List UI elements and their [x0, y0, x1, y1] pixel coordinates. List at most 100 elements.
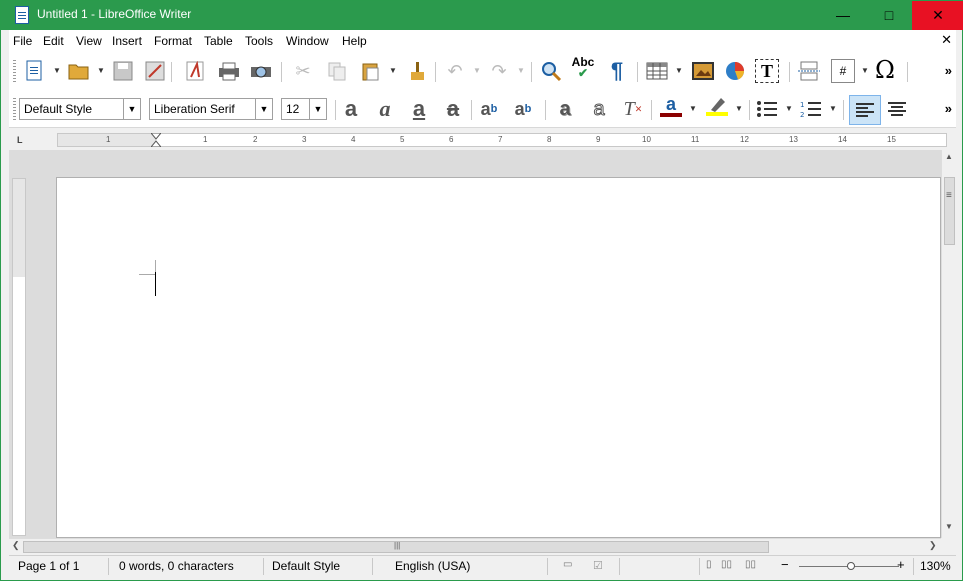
field-dropdown-icon[interactable]: ▼ [861, 66, 869, 75]
maximize-button[interactable]: □ [866, 1, 912, 30]
print-preview-icon[interactable] [249, 59, 273, 83]
insert-textbox-icon[interactable]: T [755, 59, 779, 83]
document-page[interactable] [56, 177, 941, 538]
shadow-icon[interactable]: a [553, 97, 577, 121]
table-dropdown-icon[interactable]: ▼ [675, 66, 683, 75]
menu-format[interactable]: Format [154, 34, 192, 48]
unordered-list-dropdown-icon[interactable]: ▼ [785, 104, 793, 113]
insert-chart-icon[interactable] [723, 59, 747, 83]
cut-icon[interactable]: ✂ [291, 59, 315, 83]
align-center-icon[interactable] [885, 97, 909, 121]
scroll-left-button[interactable]: ❮ [12, 540, 20, 551]
page-style-status[interactable]: Default Style [272, 559, 340, 573]
align-left-icon[interactable] [849, 95, 881, 125]
minimize-button[interactable]: — [820, 1, 866, 30]
toolbar-handle[interactable] [13, 60, 16, 84]
paragraph-style-combo[interactable]: Default Style ▼ [19, 98, 141, 120]
font-name-combo[interactable]: Liberation Serif ▼ [149, 98, 273, 120]
font-size-combo[interactable]: 12 ▼ [281, 98, 327, 120]
unordered-list-icon[interactable] [755, 97, 779, 121]
menu-file[interactable]: File [13, 34, 32, 48]
zoom-level[interactable]: 130% [920, 559, 951, 573]
menu-window[interactable]: Window [286, 34, 329, 48]
formatting-marks-icon[interactable]: ¶ [605, 58, 629, 83]
redo-dropdown-icon[interactable]: ▼ [517, 66, 525, 75]
page-count-status[interactable]: Page 1 of 1 [18, 559, 79, 573]
single-page-view-icon[interactable]: ▯ [706, 559, 712, 570]
insert-mode-icon[interactable]: ▭ [563, 559, 572, 570]
separator [471, 100, 472, 120]
paste-icon[interactable] [359, 59, 383, 83]
toolbar-handle[interactable] [13, 98, 16, 122]
vertical-scrollbar[interactable]: ▲ ≡ ▼ [941, 150, 956, 538]
horizontal-scrollbar[interactable]: ❮ ||| ❯ [9, 538, 941, 554]
insert-table-icon[interactable] [645, 59, 669, 83]
word-count-status[interactable]: 0 words, 0 characters [119, 559, 234, 573]
save-as-icon[interactable] [143, 59, 167, 83]
menu-edit[interactable]: Edit [43, 34, 64, 48]
strikethrough-icon[interactable]: a [441, 96, 465, 121]
outline-icon[interactable]: a [587, 97, 611, 121]
highlight-dropdown-icon[interactable]: ▼ [735, 104, 743, 113]
menu-insert[interactable]: Insert [112, 34, 142, 48]
toolbar-overflow-icon[interactable]: » [945, 101, 952, 116]
menu-table[interactable]: Table [204, 34, 233, 48]
special-character-icon[interactable]: Ω [873, 56, 897, 84]
open-dropdown-icon[interactable]: ▼ [97, 66, 105, 75]
ordered-list-dropdown-icon[interactable]: ▼ [829, 104, 837, 113]
font-color-dropdown-icon[interactable]: ▼ [689, 104, 697, 113]
horizontal-scroll-thumb[interactable]: ||| [23, 541, 769, 553]
font-color-icon[interactable]: a [659, 94, 683, 118]
insert-image-icon[interactable] [691, 59, 715, 83]
export-pdf-icon[interactable] [183, 59, 207, 83]
open-folder-icon[interactable] [67, 59, 91, 83]
ordered-list-icon[interactable]: 12 [799, 97, 823, 121]
menu-tools[interactable]: Tools [245, 34, 273, 48]
superscript-icon[interactable]: ab [477, 97, 501, 121]
close-button[interactable]: ✕ [912, 1, 963, 30]
clone-formatting-icon[interactable] [405, 59, 429, 83]
document-modified-icon[interactable]: ☑ [593, 559, 603, 572]
multi-page-view-icon[interactable]: ▯▯ [721, 559, 732, 570]
scroll-down-button[interactable]: ▼ [945, 522, 953, 531]
menu-help[interactable]: Help [342, 34, 367, 48]
chevron-down-icon[interactable]: ▼ [123, 99, 140, 119]
insert-field-icon[interactable]: # [831, 59, 855, 83]
save-icon[interactable] [111, 59, 135, 83]
spelling-icon[interactable]: Abc ✔ [571, 56, 595, 80]
language-status[interactable]: English (USA) [395, 559, 470, 573]
underline-icon[interactable]: a [407, 96, 431, 121]
scroll-right-button[interactable]: ❯ [929, 540, 937, 551]
print-icon[interactable] [217, 59, 241, 83]
chevron-down-icon[interactable]: ▼ [309, 99, 326, 119]
close-document-button[interactable]: ✕ [941, 32, 952, 48]
copy-icon[interactable] [325, 59, 349, 83]
chevron-down-icon[interactable]: ▼ [255, 99, 272, 119]
vertical-scroll-thumb[interactable]: ≡ [944, 177, 955, 245]
undo-dropdown-icon[interactable]: ▼ [473, 66, 481, 75]
highlight-icon[interactable] [705, 94, 729, 118]
new-document-icon[interactable] [23, 59, 47, 83]
tab-stop-type-icon[interactable]: L [17, 135, 23, 145]
zoom-in-button[interactable]: + [897, 557, 905, 572]
toolbar-overflow-icon[interactable]: » [945, 63, 952, 78]
zoom-slider-handle[interactable] [847, 562, 855, 570]
subscript-icon[interactable]: ab [511, 97, 535, 121]
zoom-out-button[interactable]: − [781, 557, 789, 572]
indent-marker-icon[interactable] [151, 133, 161, 147]
find-replace-icon[interactable] [539, 59, 563, 83]
book-view-icon[interactable]: ▯▯ [745, 559, 756, 570]
italic-icon[interactable]: a [373, 96, 397, 121]
ruler-number: 10 [642, 135, 651, 144]
redo-icon[interactable]: ↷ [487, 59, 511, 83]
new-dropdown-icon[interactable]: ▼ [53, 66, 61, 75]
bold-icon[interactable]: a [339, 96, 363, 121]
vertical-ruler[interactable] [12, 178, 26, 536]
paste-dropdown-icon[interactable]: ▼ [389, 66, 397, 75]
undo-icon[interactable]: ↶ [443, 59, 467, 83]
scroll-up-button[interactable]: ▲ [945, 152, 953, 161]
menu-view[interactable]: View [76, 34, 102, 48]
page-break-icon[interactable] [797, 59, 821, 83]
clear-formatting-icon[interactable]: T ✕ [621, 97, 645, 121]
horizontal-ruler[interactable]: 1 1 2 3 4 5 6 7 8 9 10 11 12 13 14 15 [57, 133, 947, 147]
